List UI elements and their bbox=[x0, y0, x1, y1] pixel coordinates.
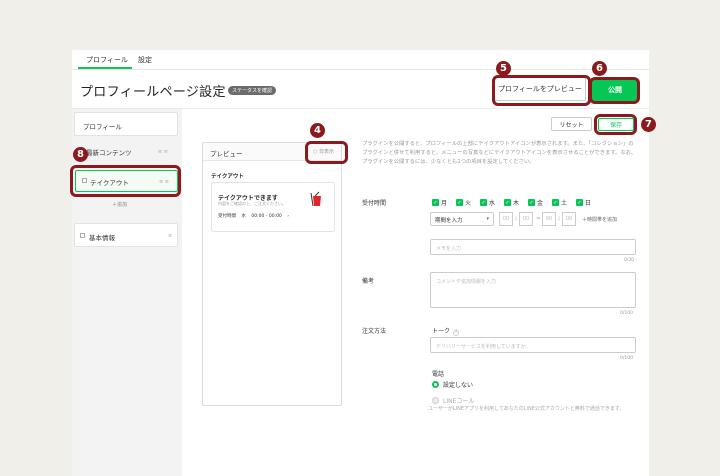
check-icon: ✓ bbox=[504, 199, 511, 206]
day-label: 日 bbox=[585, 200, 592, 207]
sidebar-section-latest: 最新コンテンツ bbox=[86, 149, 132, 157]
day-checkbox-thu[interactable]: ✓ 木 bbox=[504, 198, 519, 207]
period-select-value: 期間を入力 bbox=[435, 218, 463, 224]
day-label: 月 bbox=[441, 200, 448, 207]
day-label: 木 bbox=[513, 200, 520, 207]
add-content-link[interactable]: ＋追加 bbox=[112, 201, 127, 208]
phone-label: 電話 bbox=[432, 371, 445, 378]
takeout-bag-icon bbox=[310, 191, 321, 207]
memo-input[interactable]: メモを入力 bbox=[430, 239, 636, 255]
line-call-description: ユーザーがLINEアプリを利用してあなたのLINE公式アカウントと無料で通話でき… bbox=[428, 406, 625, 412]
time-colon: : bbox=[558, 215, 561, 222]
preview-hours-row: 受付時間 水 00:00 - 00:00 › bbox=[218, 213, 293, 219]
sidebar-item-basic-info[interactable]: 基本情報 ≡ bbox=[74, 223, 178, 247]
chevron-down-icon: ▾ bbox=[486, 216, 489, 222]
annotation-box-5 bbox=[594, 114, 637, 135]
annotation-badge-7: 5 bbox=[496, 61, 511, 76]
reset-button[interactable]: リセット bbox=[551, 117, 592, 131]
talk-label-text: トーク bbox=[432, 328, 451, 335]
preview-card-subtitle: 内容をご確認の上、ご注文ください。 bbox=[218, 201, 286, 206]
page-title: プロフィールページ設定 bbox=[80, 85, 226, 100]
sidebar-item-label: プロフィール bbox=[83, 123, 122, 131]
preview-panel: プレビュー ○ 非表示 テイクアウト テイクアウトできます 内容をご確認の上、ご… bbox=[202, 142, 342, 406]
annotation-box-6 bbox=[70, 165, 181, 197]
drag-handle-icon[interactable]: ≡ ≡ bbox=[158, 149, 168, 155]
sidebar-item-label: 基本情報 bbox=[89, 234, 115, 242]
day-checkbox-mon[interactable]: ✓ 月 bbox=[432, 198, 447, 207]
day-label: 金 bbox=[537, 200, 544, 207]
day-checkbox-tue[interactable]: ✓ 火 bbox=[456, 198, 471, 207]
annotation-badge-8: 6 bbox=[592, 61, 607, 76]
check-icon: ✓ bbox=[552, 199, 559, 206]
preview-title: プレビュー bbox=[210, 150, 243, 158]
hours-label: 受付時間 bbox=[362, 200, 387, 207]
start-hour-input[interactable]: 00 bbox=[499, 212, 513, 226]
active-tab-indicator bbox=[78, 67, 132, 69]
check-icon: ✓ bbox=[528, 199, 535, 206]
tab-profile[interactable]: プロフィール bbox=[86, 55, 128, 65]
check-icon: ✓ bbox=[480, 199, 487, 206]
chevron-right-icon: › bbox=[287, 214, 290, 219]
memo-char-count: 0/30 bbox=[624, 258, 635, 263]
phone-option-line-call[interactable]: LINEコール bbox=[432, 396, 474, 405]
sidebar-item-profile[interactable]: プロフィール bbox=[74, 112, 178, 136]
phone-option-line-call-label: LINEコール bbox=[443, 398, 475, 405]
day-label: 火 bbox=[465, 200, 472, 207]
day-label: 水 bbox=[489, 200, 496, 207]
preview-section-title: テイクアウト bbox=[211, 174, 244, 180]
app-window: プロフィール 設定 プロフィールページ設定 ステータスを確認 プロフィールをプレ… bbox=[72, 50, 649, 476]
check-icon: ✓ bbox=[456, 199, 463, 206]
day-checkbox-wed[interactable]: ✓ 水 bbox=[480, 198, 495, 207]
tab-settings[interactable]: 設定 bbox=[138, 55, 152, 65]
annotation-box-8 bbox=[589, 77, 640, 104]
preview-hours-day: 水 bbox=[241, 214, 246, 219]
phone-option-none-label: 設定しない bbox=[443, 382, 474, 389]
talk-input[interactable]: デリバリーサービスを利用していますか。 bbox=[430, 337, 636, 353]
notes-char-count: 0/100 bbox=[620, 311, 633, 316]
start-minute-input[interactable]: 00 bbox=[519, 212, 533, 226]
drag-handle-icon[interactable]: ≡ bbox=[168, 233, 172, 239]
status-badge[interactable]: ステータスを確認 bbox=[228, 86, 277, 95]
talk-char-count: 0/100 bbox=[620, 356, 633, 361]
day-label: 土 bbox=[561, 200, 568, 207]
top-nav: プロフィール 設定 bbox=[72, 50, 649, 70]
notes-label: 備考 bbox=[362, 278, 375, 285]
time-colon: : bbox=[515, 215, 518, 222]
check-icon: ✓ bbox=[576, 199, 583, 206]
end-hour-input[interactable]: 00 bbox=[542, 212, 556, 226]
checkbox-icon bbox=[80, 233, 85, 238]
day-checkbox-sat[interactable]: ✓ 土 bbox=[552, 198, 567, 207]
period-select[interactable]: 期間を入力 ▾ bbox=[430, 212, 494, 226]
annotation-badge-5: 7 bbox=[641, 117, 656, 132]
help-icon[interactable]: ? bbox=[453, 329, 460, 336]
time-range-sep: ~ bbox=[536, 215, 542, 222]
notes-textarea[interactable]: コメントや追加情報を入力 bbox=[430, 272, 636, 308]
radio-selected-icon bbox=[432, 381, 439, 388]
day-checkbox-sun[interactable]: ✓ 日 bbox=[576, 198, 591, 207]
end-minute-input[interactable]: 00 bbox=[562, 212, 576, 226]
annotation-box-7 bbox=[492, 75, 591, 106]
order-method-label: 注文方法 bbox=[362, 328, 387, 335]
preview-takeout-card: テイクアウトできます 内容をご確認の上、ご注文ください。 受付時間 水 00:0… bbox=[211, 182, 335, 232]
add-time-slot-link[interactable]: ＋時間帯を追加 bbox=[582, 216, 617, 223]
day-checkbox-fri[interactable]: ✓ 金 bbox=[528, 198, 543, 207]
preview-hours-label: 受付時間 bbox=[218, 214, 236, 219]
phone-option-none[interactable]: 設定しない bbox=[432, 380, 473, 389]
annotation-box-4 bbox=[305, 141, 348, 164]
preview-hours-time: 00:00 - 00:00 bbox=[251, 214, 282, 219]
talk-label: トーク? bbox=[432, 326, 460, 336]
annotation-badge-6: 8 bbox=[73, 147, 88, 162]
radio-unselected-icon bbox=[432, 397, 439, 404]
check-icon: ✓ bbox=[432, 199, 439, 206]
annotation-badge-4: 4 bbox=[310, 123, 325, 138]
plugin-description: プラグインを公開すると、プロフィールの上部にテイクアウトアイコンが表示されます。… bbox=[362, 141, 637, 165]
